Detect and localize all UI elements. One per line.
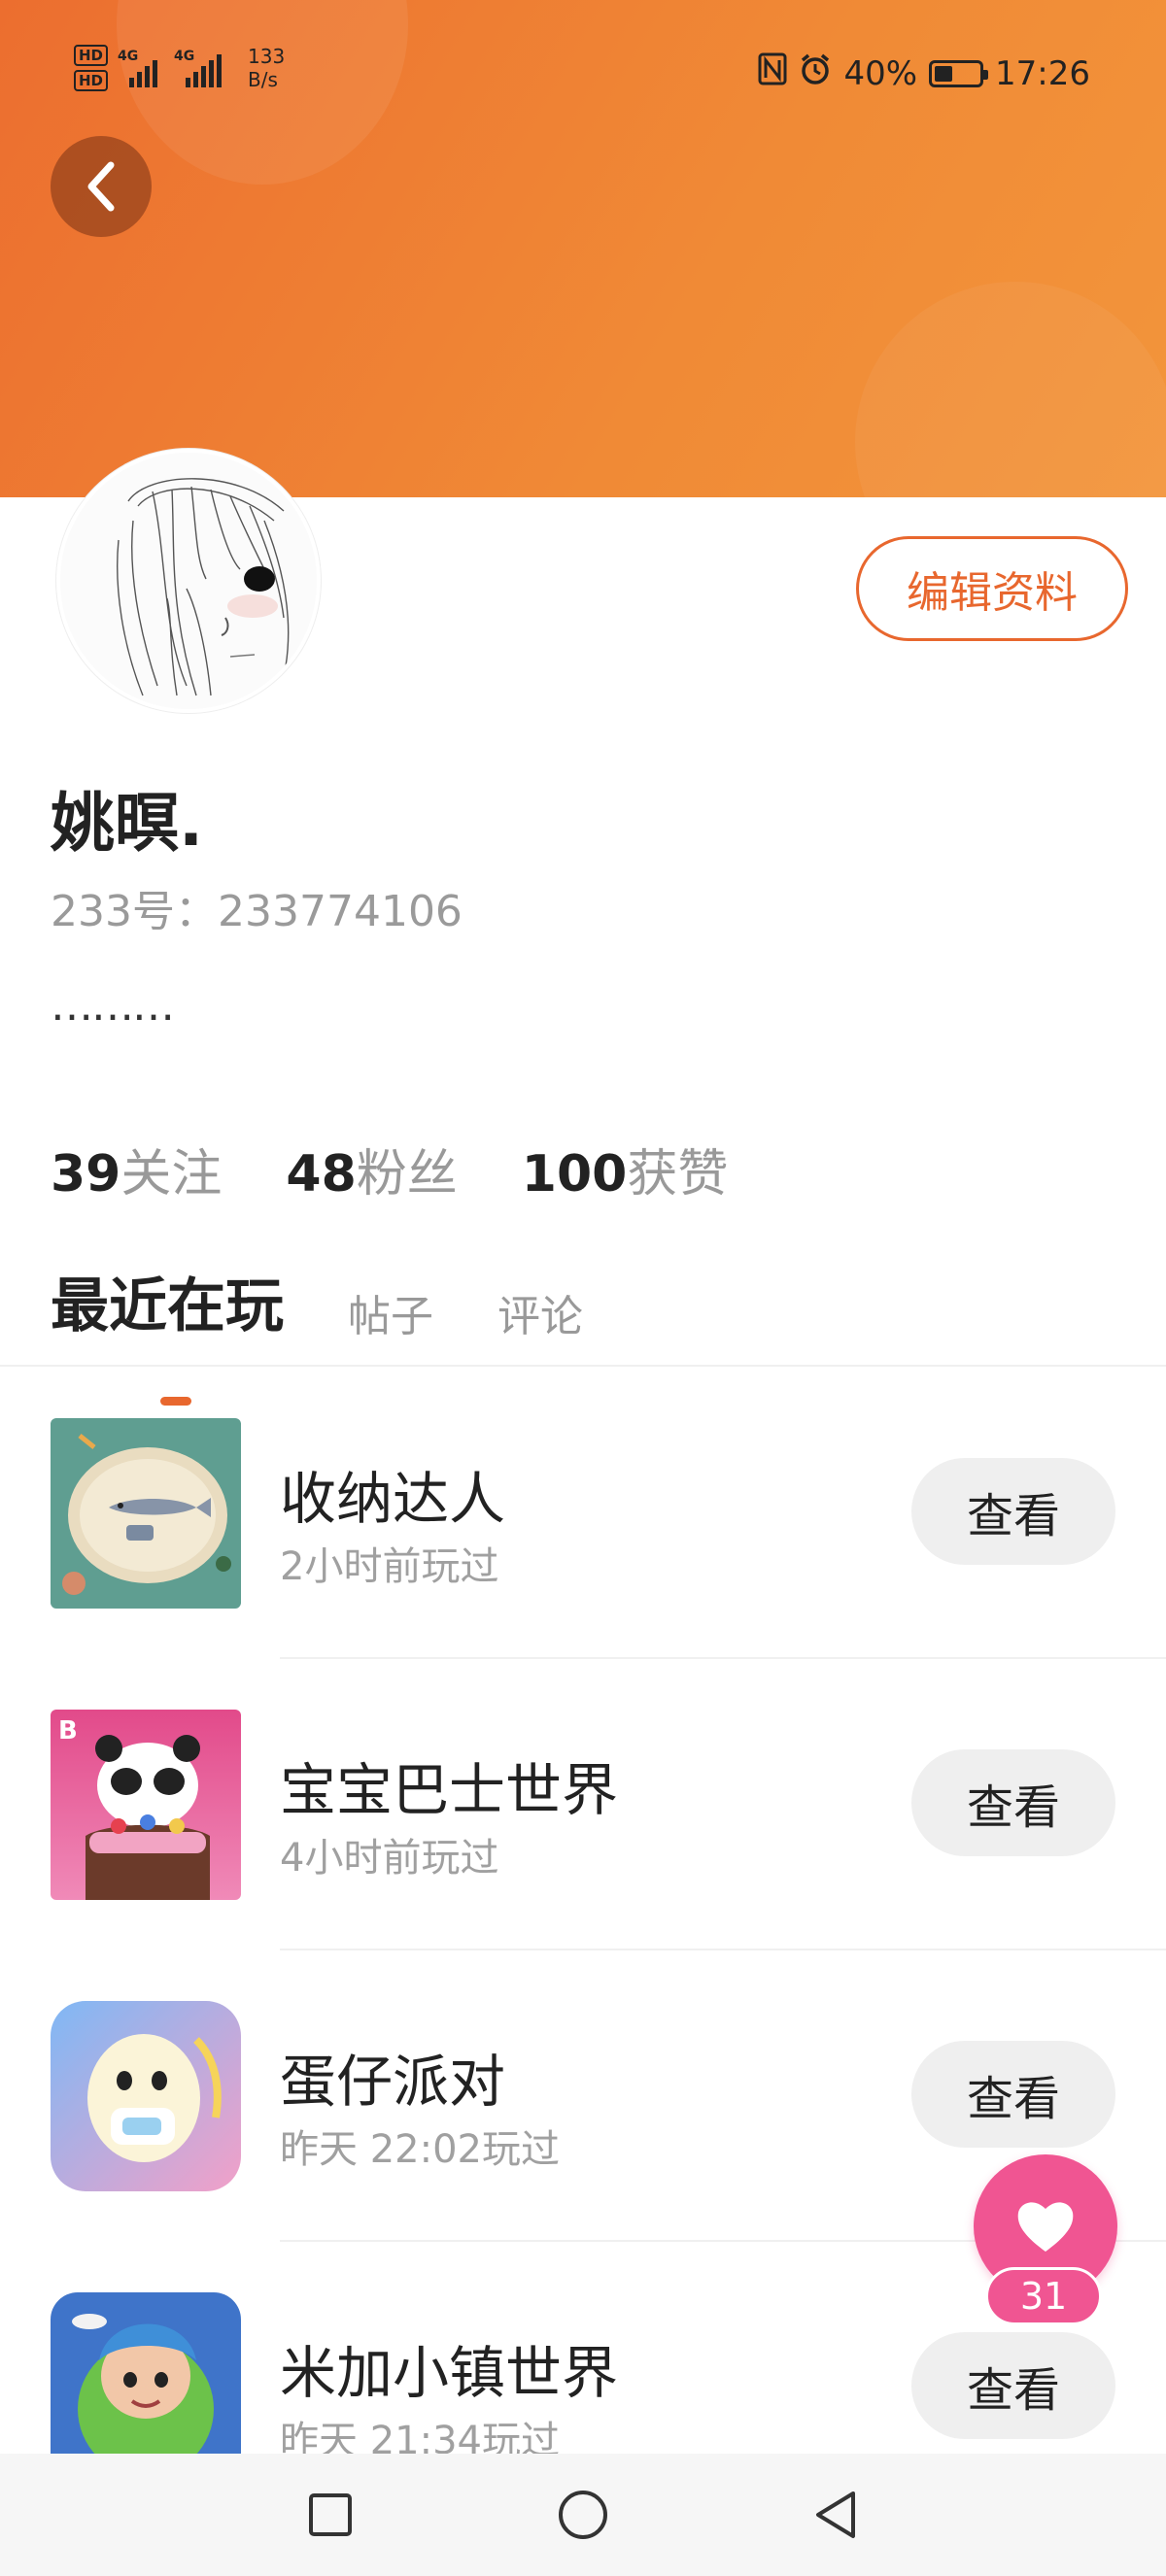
game-last-played: 2小时前玩过 xyxy=(280,1544,499,1589)
speed-value: 133 xyxy=(248,45,286,68)
profile-stats: 39关注 48粉丝 100获赞 xyxy=(51,1133,728,1205)
game-icon: B xyxy=(51,1710,241,1900)
circle-icon xyxy=(559,2491,607,2539)
recents-button[interactable] xyxy=(301,2486,360,2544)
clock: 17:26 xyxy=(995,53,1090,93)
network-type: 4G xyxy=(118,49,139,64)
battery-percent: 40% xyxy=(843,53,918,93)
network-speed: 133 B/s xyxy=(248,45,285,91)
avatar[interactable] xyxy=(56,449,321,713)
nfc-icon xyxy=(758,52,787,94)
back-nav-button[interactable] xyxy=(806,2486,865,2544)
stat-likes[interactable]: 100获赞 xyxy=(522,1133,729,1205)
signal-icon: 4G xyxy=(174,49,230,87)
stat-followers[interactable]: 48粉丝 xyxy=(286,1133,457,1205)
game-title: 宝宝巴士世界 xyxy=(280,1757,619,1823)
tabs-divider xyxy=(0,1365,1166,1367)
tab-recently-played[interactable]: 最近在玩 xyxy=(51,1259,284,1406)
hd-indicators: HD HD xyxy=(74,45,109,91)
game-icon xyxy=(51,2001,241,2191)
chevron-left-icon xyxy=(87,161,115,212)
tab-posts[interactable]: 帖子 xyxy=(348,1281,433,1343)
svg-text:B: B xyxy=(58,1716,78,1746)
user-id: 233号：233774106 xyxy=(51,887,463,936)
stat-label: 关注 xyxy=(120,1145,223,1203)
hd-badge: HD xyxy=(74,45,109,66)
nickname: 姚暝. xyxy=(51,786,204,861)
status-right: 40% 17:26 xyxy=(758,52,1090,94)
list-item[interactable]: 收纳达人 2小时前玩过 查看 xyxy=(0,1368,1166,1659)
stat-label: 粉丝 xyxy=(356,1145,458,1203)
view-button[interactable]: 查看 xyxy=(911,2332,1115,2439)
home-button[interactable] xyxy=(554,2486,612,2544)
battery-icon xyxy=(929,59,989,87)
alarm-icon xyxy=(799,52,832,94)
square-icon xyxy=(309,2493,352,2536)
system-navigation-bar xyxy=(0,2454,1166,2576)
heart-icon xyxy=(1017,2202,1074,2252)
game-last-played: 4小时前玩过 xyxy=(280,1836,499,1881)
recent-games-list: 收纳达人 2小时前玩过 查看 B 宝宝巴士世界 4小时前玩过 查看 蛋仔派对 昨… xyxy=(0,1368,1166,2533)
profile-tabs: 最近在玩 帖子 评论 xyxy=(51,1259,583,1406)
view-button[interactable]: 查看 xyxy=(911,1749,1115,1856)
stat-value: 39 xyxy=(51,1145,121,1203)
header-decoration xyxy=(855,282,1166,497)
like-count-badge: 31 xyxy=(985,2267,1102,2325)
bio: ……… xyxy=(51,981,175,1031)
signal-icon: 4G xyxy=(118,49,164,87)
game-icon xyxy=(51,1418,241,1609)
tab-comments[interactable]: 评论 xyxy=(497,1281,583,1343)
stat-value: 100 xyxy=(521,1145,628,1203)
speed-unit: B/s xyxy=(248,68,278,91)
list-item[interactable]: B 宝宝巴士世界 4小时前玩过 查看 xyxy=(0,1659,1166,1950)
stat-following[interactable]: 39关注 xyxy=(51,1133,222,1205)
game-title: 收纳达人 xyxy=(280,1466,506,1532)
stat-value: 48 xyxy=(286,1145,357,1203)
network-type: 4G xyxy=(174,49,195,64)
back-button[interactable] xyxy=(51,136,152,237)
hd-badge: HD xyxy=(74,70,109,91)
game-title: 蛋仔派对 xyxy=(280,2049,506,2115)
game-title: 米加小镇世界 xyxy=(280,2340,619,2406)
status-bar: HD HD 4G 4G 133 B/s 40% 17:26 xyxy=(0,39,1166,107)
triangle-back-icon xyxy=(816,2491,855,2538)
stat-label: 获赞 xyxy=(627,1145,729,1203)
edit-profile-button[interactable]: 编辑资料 xyxy=(856,536,1128,641)
view-button[interactable]: 查看 xyxy=(911,2041,1115,2148)
game-last-played: 昨天 22:02玩过 xyxy=(280,2127,560,2172)
status-left: HD HD 4G 4G 133 B/s xyxy=(74,45,285,91)
view-button[interactable]: 查看 xyxy=(911,1458,1115,1565)
